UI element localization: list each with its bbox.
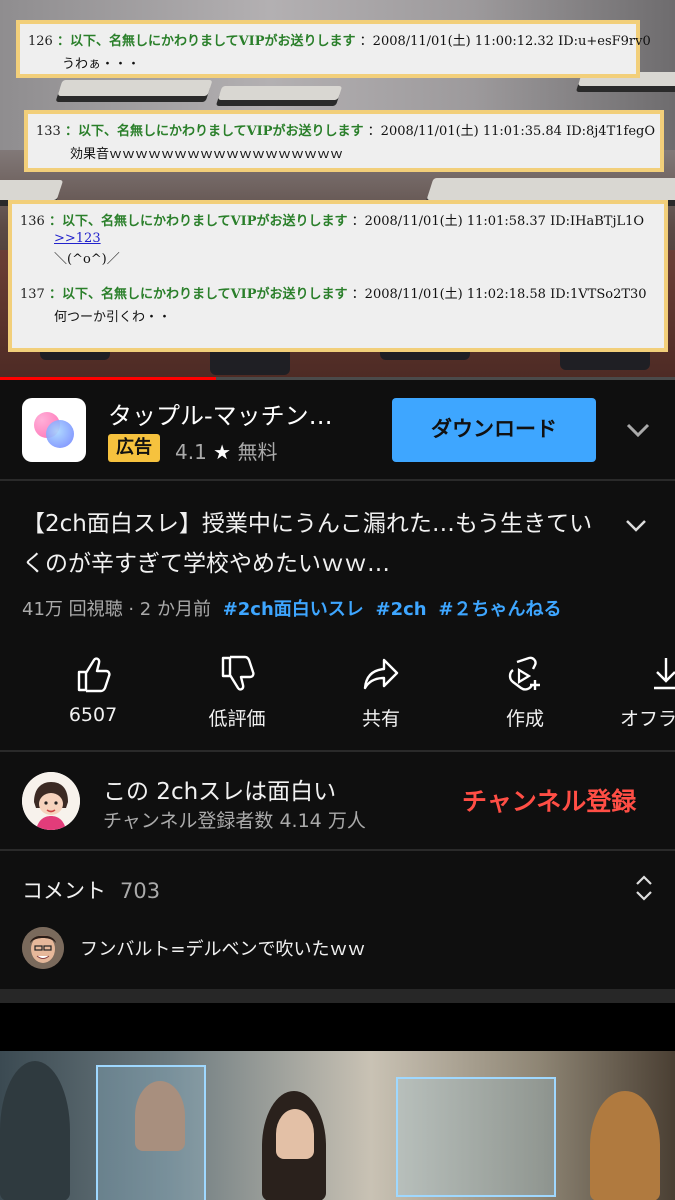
video-meta: 41万 回視聴 · 2 か月前 #2ch面白いスレ #2ch #２ちゃんねる: [22, 595, 561, 621]
desk-image: [426, 178, 675, 200]
share-label: 共有: [361, 708, 400, 730]
dislike-label: 低評価: [208, 708, 266, 730]
hologram-screen: [396, 1077, 556, 1197]
star-icon: ★: [213, 440, 232, 464]
offline-button[interactable]: オフラ: [612, 650, 675, 740]
post-meta: ：2008/11/01(土) 11:01:35.84 ID:8j4T1fegO: [367, 124, 656, 139]
progress-bar[interactable]: [0, 377, 675, 380]
post-body: ＼(^o^)／: [54, 252, 120, 267]
ad-price: 無料: [237, 440, 278, 464]
comments-header: コメント 703: [22, 875, 160, 905]
post-number: 133: [36, 124, 61, 139]
like-button[interactable]: 6507: [38, 650, 148, 740]
next-video-thumbnail[interactable]: [0, 1003, 675, 1200]
share-button[interactable]: 共有: [326, 650, 436, 740]
app-icon[interactable]: [22, 398, 86, 462]
dislike-button[interactable]: 低評価: [182, 650, 292, 740]
channel-row[interactable]: この 2chスレは面白い チャンネル登録者数 4.14 万人 チャンネル登録: [0, 752, 675, 848]
divider: [0, 479, 675, 481]
desk-image: [0, 180, 64, 200]
thumbs-down-icon: [221, 655, 255, 691]
hashtag-link[interactable]: #2ch面白いスレ: [223, 599, 364, 620]
section-separator: [0, 989, 675, 1003]
post-author: ：以下、名無しにかわりましてVIPがお送りします: [48, 287, 348, 302]
chevron-down-icon[interactable]: [624, 418, 652, 442]
woman-face: [276, 1109, 314, 1159]
hashtag-link[interactable]: #２ちゃんねる: [438, 599, 561, 620]
reply-link: >>123: [54, 231, 101, 246]
comments-section[interactable]: コメント 703 フンバルト=デルベンで吹いたｗｗ: [0, 851, 675, 989]
post-body: うわぁ・・・: [62, 57, 141, 72]
action-row: 6507 低評価 共有 作成 オフラ: [0, 650, 675, 740]
comment-count: 703: [120, 879, 161, 903]
channel-name[interactable]: この 2chスレは面白い: [103, 772, 336, 806]
thumbs-up-icon: [77, 657, 111, 693]
ad-rating: 4.1 ★ 無料: [175, 436, 277, 465]
desk-image: [217, 86, 343, 100]
post-number: 137: [20, 287, 45, 302]
offline-label: オフラ: [620, 708, 675, 730]
thumbnail-image: [0, 1051, 675, 1200]
post-body: 何つーか引くわ・・: [54, 310, 172, 325]
subscriber-count: チャンネル登録者数 4.14 万人: [103, 810, 366, 832]
share-icon: [363, 658, 399, 690]
download-button[interactable]: ダウンロード: [392, 398, 596, 462]
ad-banner[interactable]: タップル-マッチン… 広告 4.1 ★ 無料 ダウンロード: [0, 382, 675, 478]
face-image: [135, 1081, 185, 1151]
post-author: ：以下、名無しにかわりましてVIPがお送りします: [56, 34, 356, 49]
thread-post: 126 ：以下、名無しにかわりましてVIPがお送りします ：2008/11/01…: [16, 20, 651, 78]
chevron-down-icon[interactable]: [622, 516, 650, 536]
create-label: 作成: [505, 708, 544, 730]
man-image: [590, 1091, 660, 1200]
comments-label: コメント: [22, 879, 106, 903]
ad-badge: 広告: [108, 434, 160, 462]
download-icon: [654, 658, 675, 690]
rating-value: 4.1: [175, 440, 207, 464]
video-title[interactable]: 【2ch面白スレ】授業中にうんこ漏れた…もう生きていくのが辛すぎて学校やめたいｗ…: [22, 504, 602, 584]
thread-post: 133 ：以下、名無しにかわりましてVIPがお送りします ：2008/11/01…: [24, 110, 664, 172]
post-meta: ：2008/11/01(土) 11:00:12.32 ID:u+esF9rv0: [359, 34, 651, 49]
post-meta: ：2008/11/01(土) 11:02:18.58 ID:1VTSo2T30: [351, 287, 647, 302]
like-count: 6507: [68, 704, 118, 726]
post-body: 効果音ｗｗｗｗｗｗｗｗｗｗｗｗｗｗｗｗｗｗ: [70, 147, 344, 162]
post-author: ：以下、名無しにかわりましてVIPがお送りします: [64, 124, 364, 139]
hashtag-link[interactable]: #2ch: [376, 599, 427, 620]
post-author: ：以下、名無しにかわりましてVIPがお送りします: [48, 214, 348, 229]
commenter-avatar: [22, 927, 64, 969]
post-number: 126: [28, 34, 53, 49]
post-number: 136: [20, 214, 45, 229]
create-button[interactable]: 作成: [470, 650, 580, 740]
expand-icon[interactable]: [632, 873, 656, 903]
ad-title[interactable]: タップル-マッチン…: [108, 396, 333, 431]
remix-icon: [508, 656, 540, 691]
subscribe-button[interactable]: チャンネル登録: [462, 782, 636, 818]
view-count: 41万 回視聴 · 2 か月前: [22, 599, 211, 620]
video-player[interactable]: 126 ：以下、名無しにかわりましてVIPがお送りします ：2008/11/01…: [0, 0, 675, 380]
top-comment: フンバルト=デルベンで吹いたｗｗ: [80, 939, 366, 960]
desk-image: [57, 80, 213, 96]
thread-post-group: 136 ：以下、名無しにかわりましてVIPがお送りします ：2008/11/01…: [8, 200, 668, 352]
post-meta: ：2008/11/01(土) 11:01:58.37 ID:IHaBTjL1O: [351, 214, 645, 229]
channel-avatar[interactable]: [22, 772, 80, 830]
progress-fill: [0, 377, 216, 380]
person-left-image: [0, 1061, 70, 1200]
